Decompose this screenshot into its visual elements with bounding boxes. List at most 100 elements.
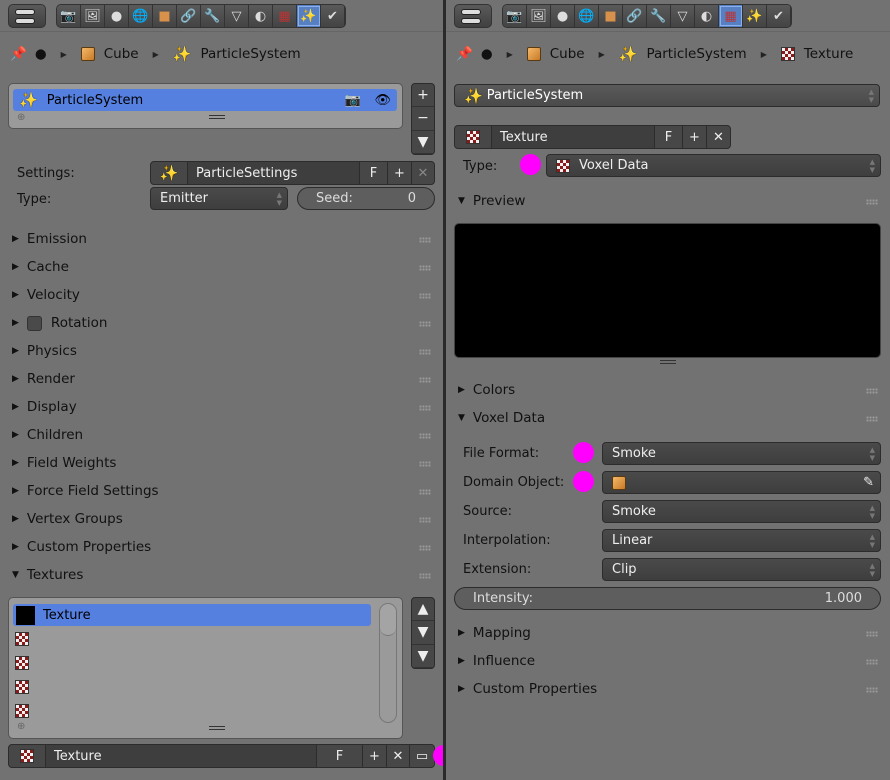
- extension-dropdown[interactable]: Clip ▲ ▼: [602, 558, 881, 581]
- tab-world[interactable]: 🌐: [129, 5, 153, 27]
- eyedropper-icon[interactable]: ✎: [863, 475, 874, 490]
- tab-texture[interactable]: ▦: [273, 5, 297, 27]
- tab-physics[interactable]: ✔: [321, 5, 345, 27]
- panel-header-rotation[interactable]: ▶ Rotation: [12, 313, 432, 333]
- tab-modifiers[interactable]: 🔧: [201, 5, 225, 27]
- panel-header-influence[interactable]: ▶ Influence: [458, 651, 878, 671]
- tab-modifiers[interactable]: 🔧: [647, 5, 671, 27]
- panel-header-children[interactable]: ▶ Children: [12, 425, 432, 445]
- tab-constraints[interactable]: 🔗: [177, 5, 201, 27]
- drag-grip[interactable]: [866, 199, 878, 205]
- tab-object[interactable]: ■: [153, 5, 177, 27]
- panel-header-custom-properties[interactable]: ▶ Custom Properties: [458, 679, 878, 699]
- list-scrollbar[interactable]: [379, 603, 397, 723]
- add-button[interactable]: +: [412, 84, 434, 108]
- browse-settings-button[interactable]: ✨: [151, 162, 188, 184]
- move-up-button[interactable]: ▲: [412, 598, 434, 622]
- drag-grip[interactable]: [866, 388, 878, 394]
- drag-grip[interactable]: [419, 489, 431, 495]
- browse-texture-button[interactable]: [9, 745, 46, 767]
- interpolation-dropdown[interactable]: Linear ▲ ▼: [602, 529, 881, 552]
- panel-header-cache[interactable]: ▶ Cache: [12, 257, 432, 277]
- panel-header-preview[interactable]: ▼ Preview: [458, 191, 878, 211]
- add-filter-icon[interactable]: ⊕: [17, 721, 25, 732]
- drag-grip[interactable]: [419, 237, 431, 243]
- drag-grip[interactable]: [866, 687, 878, 693]
- drag-grip[interactable]: [419, 461, 431, 467]
- panel-header-display[interactable]: ▶ Display: [12, 397, 432, 417]
- intensity-slider[interactable]: Intensity: 1.000: [454, 587, 881, 610]
- drag-grip[interactable]: [866, 416, 878, 422]
- texture-type-dropdown[interactable]: Voxel Data ▲ ▼: [546, 154, 881, 177]
- move-down-button[interactable]: ▼: [412, 621, 434, 645]
- add-filter-icon[interactable]: ⊕: [17, 112, 25, 123]
- source-dropdown[interactable]: Smoke ▲ ▼: [602, 500, 881, 523]
- new-settings-button[interactable]: +: [388, 162, 412, 184]
- drag-grip[interactable]: [419, 573, 431, 579]
- editor-type-button[interactable]: [8, 4, 46, 28]
- seed-field[interactable]: Seed: 0: [297, 187, 435, 210]
- type-dropdown[interactable]: Emitter ▲ ▼: [150, 187, 288, 210]
- tab-data[interactable]: ▽: [225, 5, 249, 27]
- texture-slot[interactable]: [15, 652, 373, 674]
- texture-slot[interactable]: [15, 700, 373, 722]
- tab-render-layers[interactable]: 🖼: [81, 5, 105, 27]
- drag-grip[interactable]: [419, 349, 431, 355]
- editor-type-button[interactable]: [454, 4, 492, 28]
- preview-resize-grip[interactable]: [660, 360, 676, 364]
- drag-grip[interactable]: [419, 321, 431, 327]
- specials-menu-button[interactable]: ▼: [412, 131, 434, 154]
- tab-material[interactable]: ◐: [249, 5, 273, 27]
- tab-render[interactable]: 📷: [503, 5, 527, 27]
- panel-header-field-weights[interactable]: ▶ Field Weights: [12, 453, 432, 473]
- panel-header-vertex-groups[interactable]: ▶ Vertex Groups: [12, 509, 432, 529]
- unlink-texture-button[interactable]: ✕: [387, 745, 410, 767]
- panel-header-textures[interactable]: ▼ Textures: [12, 565, 432, 585]
- new-texture-button[interactable]: +: [683, 126, 707, 148]
- render-camera-icon[interactable]: 📷: [345, 93, 361, 108]
- drag-grip[interactable]: [419, 433, 431, 439]
- panel-header-physics[interactable]: ▶ Physics: [12, 341, 432, 361]
- list-item[interactable]: ✨ ParticleSystem 📷 👁: [13, 89, 397, 111]
- panel-header-velocity[interactable]: ▶ Velocity: [12, 285, 432, 305]
- panel-header-emission[interactable]: ▶ Emission: [12, 229, 432, 249]
- pin-icon[interactable]: 📌: [10, 46, 27, 62]
- panel-header-render[interactable]: ▶ Render: [12, 369, 432, 389]
- panel-header-force-field-settings[interactable]: ▶ Force Field Settings: [12, 481, 432, 501]
- show-texture-properties-button[interactable]: ▭: [410, 745, 434, 767]
- tab-constraints[interactable]: 🔗: [623, 5, 647, 27]
- resize-grip[interactable]: [209, 726, 225, 730]
- tab-particles[interactable]: ✨: [297, 5, 321, 27]
- tab-scene[interactable]: ●: [105, 5, 129, 27]
- settings-name-field[interactable]: ParticleSettings: [188, 162, 360, 184]
- file-format-dropdown[interactable]: Smoke ▲ ▼: [602, 442, 881, 465]
- texture-name-field[interactable]: Texture: [46, 745, 317, 767]
- panel-header-voxel-data[interactable]: ▼ Voxel Data: [458, 408, 878, 428]
- drag-grip[interactable]: [419, 377, 431, 383]
- domain-object-field[interactable]: ✎: [602, 471, 881, 494]
- texture-name-field[interactable]: Texture: [492, 126, 655, 148]
- eye-icon[interactable]: 👁: [374, 93, 391, 108]
- panel-header-custom-properties[interactable]: ▶ Custom Properties: [12, 537, 432, 557]
- unlink-texture-button[interactable]: ✕: [707, 126, 730, 148]
- tab-render-layers[interactable]: 🖼: [527, 5, 551, 27]
- drag-grip[interactable]: [419, 405, 431, 411]
- tab-physics[interactable]: ✔: [767, 5, 791, 27]
- fake-user-button[interactable]: F: [360, 162, 388, 184]
- new-texture-button[interactable]: +: [363, 745, 387, 767]
- drag-grip[interactable]: [419, 265, 431, 271]
- tab-texture[interactable]: ▦: [719, 5, 743, 27]
- drag-grip[interactable]: [419, 517, 431, 523]
- panel-header-mapping[interactable]: ▶ Mapping: [458, 623, 878, 643]
- pin-icon[interactable]: 📌: [456, 46, 473, 62]
- fake-user-button[interactable]: F: [655, 126, 683, 148]
- tab-particles[interactable]: ✨: [743, 5, 767, 27]
- unlink-settings-button[interactable]: ✕: [412, 162, 434, 184]
- tab-object[interactable]: ■: [599, 5, 623, 27]
- browse-texture-button[interactable]: [455, 126, 492, 148]
- panel-header-colors[interactable]: ▶ Colors: [458, 380, 878, 400]
- drag-grip[interactable]: [419, 545, 431, 551]
- specials-menu-button[interactable]: ▼: [412, 645, 434, 668]
- remove-button[interactable]: −: [412, 107, 434, 131]
- tab-material[interactable]: ◐: [695, 5, 719, 27]
